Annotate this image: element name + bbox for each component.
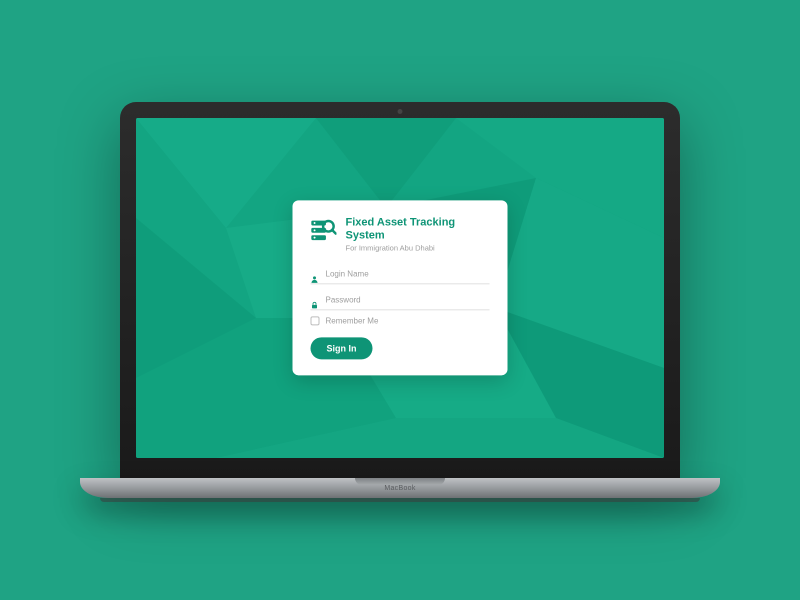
laptop-mockup: Fixed Asset Tracking System For Immigrat… [120, 102, 680, 498]
app-title: Fixed Asset Tracking System [346, 216, 490, 242]
remember-me-label: Remember Me [326, 317, 379, 326]
login-name-field[interactable] [311, 265, 490, 285]
remember-me-row[interactable]: Remember Me [311, 317, 490, 326]
user-icon [311, 270, 319, 278]
screen-bezel: Fixed Asset Tracking System For Immigrat… [120, 102, 680, 478]
app-subtitle: For Immigration Abu Dhabi [346, 244, 490, 253]
asset-tracking-icon [311, 217, 337, 243]
password-field[interactable] [311, 291, 490, 311]
sign-in-button[interactable]: Sign In [311, 338, 373, 360]
laptop-base: MacBook [80, 478, 720, 498]
screen: Fixed Asset Tracking System For Immigrat… [136, 118, 664, 458]
login-card: Fixed Asset Tracking System For Immigrat… [293, 200, 508, 375]
remember-me-checkbox[interactable] [311, 317, 320, 326]
camera-dot [398, 109, 403, 114]
brand-header: Fixed Asset Tracking System For Immigrat… [311, 216, 490, 252]
lock-icon [311, 296, 319, 304]
password-input[interactable] [326, 296, 490, 305]
laptop-feet [100, 498, 700, 502]
device-label: MacBook [384, 485, 415, 492]
login-name-input[interactable] [326, 270, 490, 279]
brand-text: Fixed Asset Tracking System For Immigrat… [346, 216, 490, 252]
